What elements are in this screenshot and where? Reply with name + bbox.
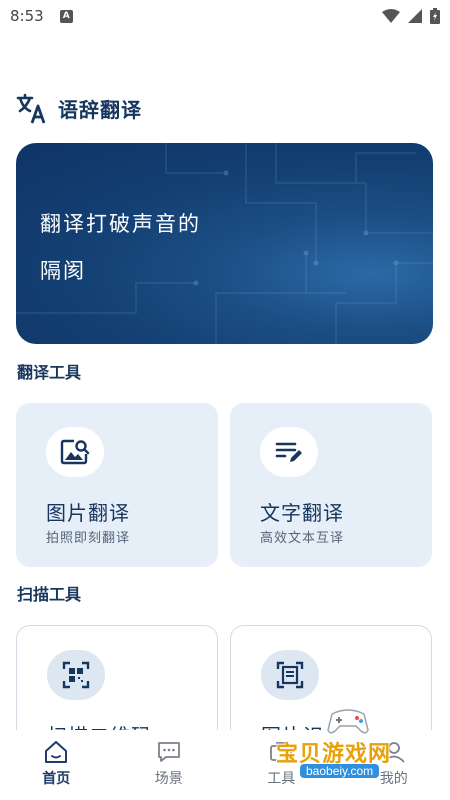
wifi-icon: [382, 9, 400, 23]
translate-logo-icon: [16, 93, 46, 124]
qr-scan-icon: [47, 650, 105, 700]
text-edit-icon: [260, 427, 318, 477]
hero-banner[interactable]: 翻译打破声音的 隔阂: [16, 143, 433, 344]
battery-icon: [430, 8, 440, 24]
watermark: 宝贝游戏网 baobeiy.com: [276, 706, 426, 786]
app-title: 语辞翻译: [58, 97, 142, 122]
text-translate-card[interactable]: 文字翻译 高效文本互译: [230, 403, 432, 567]
hero-slogan-line2: 隔阂: [40, 259, 86, 283]
game-controller-icon: [327, 709, 369, 734]
tool-description: 拍照即刻翻译: [46, 531, 131, 546]
status-icons: [382, 8, 440, 24]
watermark-url: baobeiy.com: [300, 764, 380, 778]
image-translate-card[interactable]: 图片翻译 拍照即刻翻译: [16, 403, 218, 567]
tool-name: 文字翻译: [260, 501, 344, 525]
cell-signal-icon: [408, 9, 422, 23]
hero-slogan: 翻译打破声音的 隔阂: [40, 201, 240, 295]
image-search-icon: [46, 427, 104, 477]
nav-item-scene[interactable]: 场景: [113, 730, 225, 800]
hero-slogan-line1: 翻译打破声音的: [40, 212, 201, 236]
section-title-scan-tools: 扫描工具: [17, 585, 82, 604]
notification-icon: A: [59, 9, 73, 23]
section-title-translate-tools: 翻译工具: [17, 363, 82, 382]
app-header: 语辞翻译: [16, 90, 142, 126]
nav-label: 场景: [154, 771, 183, 787]
nav-label: 首页: [42, 771, 71, 787]
tool-name: 图片翻译: [46, 501, 130, 525]
nav-item-home[interactable]: 首页: [0, 730, 112, 800]
home-icon: [45, 741, 68, 763]
tool-description: 高效文本互译: [260, 531, 345, 546]
chat-icon: [157, 742, 180, 762]
status-bar: 8:53 A: [0, 0, 450, 32]
document-scan-icon: [261, 650, 319, 700]
status-time: 8:53: [10, 7, 44, 25]
